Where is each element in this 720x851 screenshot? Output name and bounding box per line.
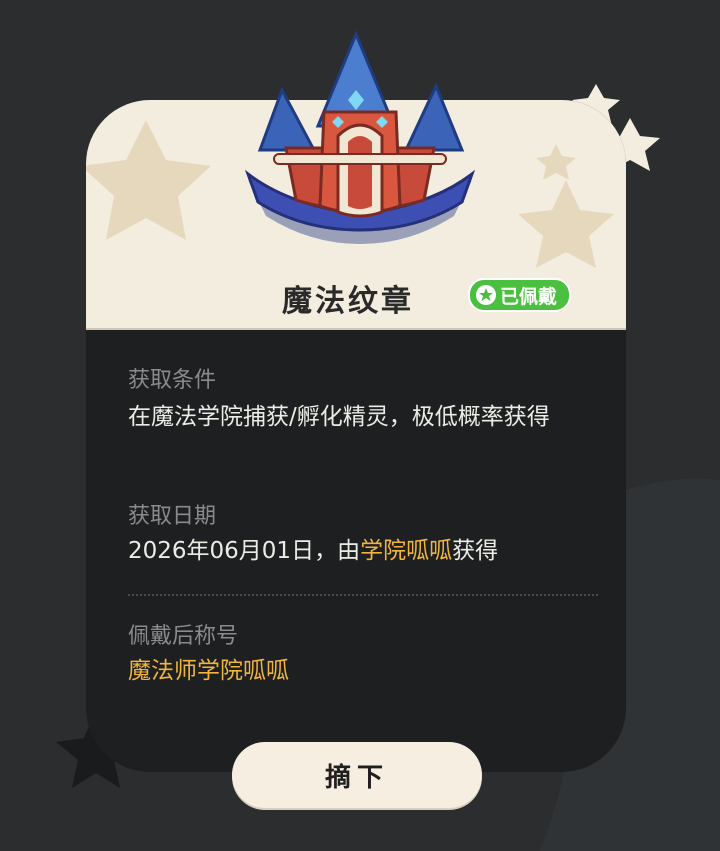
title-after-wear-value: 魔法师学院呱呱	[128, 658, 289, 684]
section-divider	[128, 594, 598, 596]
badge-name: 魔法纹章	[282, 284, 414, 319]
title-after-wear-label: 佩戴后称号	[128, 624, 239, 649]
worn-status-text: 已佩戴	[500, 285, 558, 308]
acquirer-name-link[interactable]: 学院呱呱	[360, 538, 452, 564]
remove-badge-button[interactable]: 摘下	[232, 742, 482, 808]
acquire-date-text: 2026年06月01日，由学院呱呱获得	[128, 532, 598, 570]
acquire-date-suffix: 获得	[452, 538, 499, 564]
acquire-date-label: 获取日期	[128, 504, 217, 529]
worn-status-badge: 已佩戴	[468, 278, 572, 312]
header-divider	[86, 328, 626, 330]
magic-emblem-icon	[244, 30, 476, 244]
star-icon	[476, 285, 496, 305]
acquire-date-prefix: 2026年06月01日，由	[128, 538, 361, 564]
acquire-condition-label: 获取条件	[128, 368, 217, 393]
acquire-condition-text: 在魔法学院捕获/孵化精灵，极低概率获得	[128, 404, 550, 430]
